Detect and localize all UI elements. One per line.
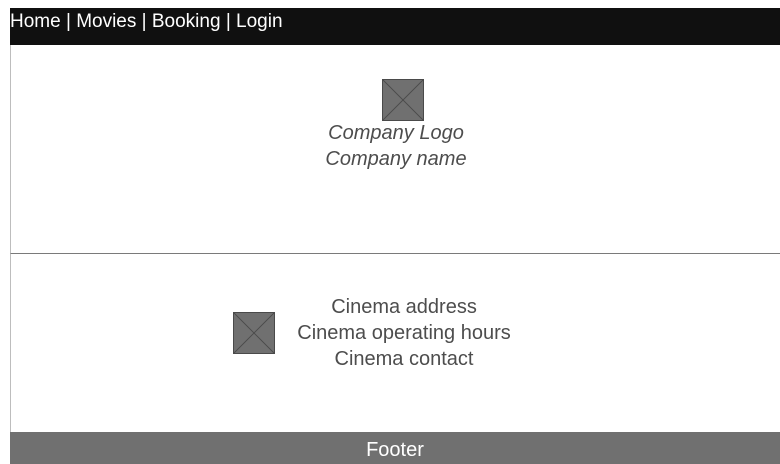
company-logo-image: [382, 79, 424, 121]
company-logo-label: Company Logo: [328, 122, 464, 144]
page-frame: Home | Movies | Booking | Login Company …: [0, 0, 780, 464]
cinema-image: [233, 312, 275, 354]
nav-link-home[interactable]: Home: [10, 11, 61, 32]
cinema-contact: Cinema contact: [334, 348, 474, 370]
nav-link-movies[interactable]: Movies: [76, 11, 136, 32]
company-name: Company name: [325, 148, 467, 170]
cinema-address: Cinema address: [331, 296, 477, 318]
nav-separator: |: [220, 11, 237, 32]
footer: Footer: [10, 432, 780, 464]
hero-section: Company Logo Company name: [10, 45, 780, 254]
nav-separator: |: [136, 11, 152, 32]
image-placeholder-icon: [383, 80, 423, 120]
top-navigation-bar: Home | Movies | Booking | Login: [10, 8, 780, 45]
nav-link-login[interactable]: Login: [236, 11, 283, 32]
nav-link-booking[interactable]: Booking: [152, 11, 221, 32]
nav-separator: |: [60, 11, 77, 32]
cinema-operating-hours: Cinema operating hours: [297, 322, 511, 344]
image-placeholder-icon: [234, 313, 274, 353]
cinema-info-section: Cinema address Cinema operating hours Ci…: [10, 254, 780, 432]
